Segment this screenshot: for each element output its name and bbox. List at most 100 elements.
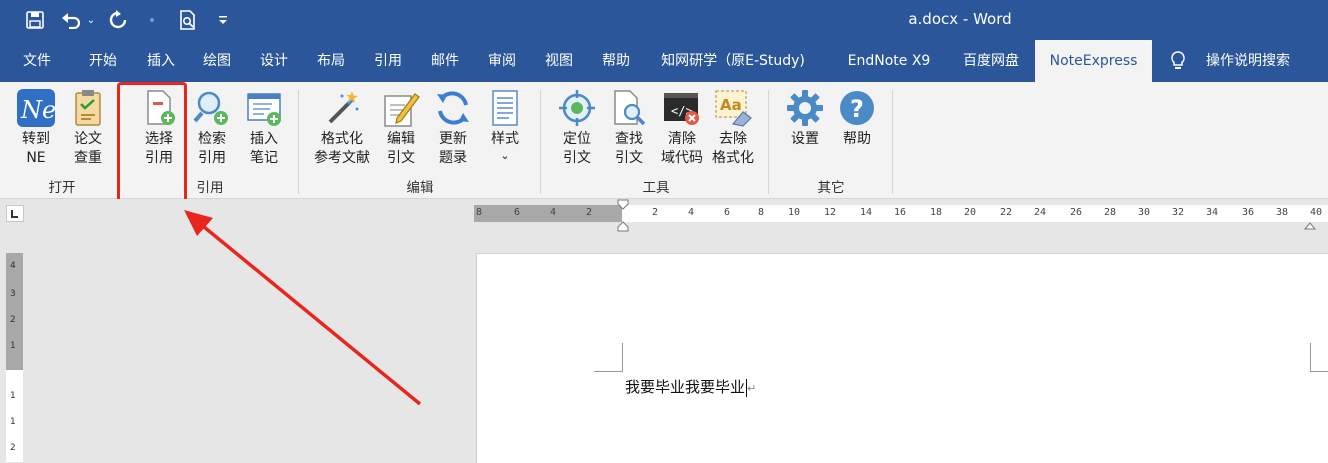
search-citation-label-1: 检索 — [198, 131, 226, 147]
horizontal-ruler[interactable]: 8 6 4 2 2 4 6 8 10 12 14 16 18 20 22 24 … — [474, 205, 1328, 222]
style-label: 样式 — [491, 131, 519, 147]
edit-citation-button[interactable]: 编辑 引文 — [378, 88, 424, 168]
remove-format-label-2: 格式化 — [712, 150, 754, 166]
undo-icon[interactable] — [60, 8, 82, 32]
tab-home[interactable]: 开始 — [78, 40, 128, 82]
tab-references[interactable]: 引用 — [363, 40, 413, 82]
magic-wand-icon — [322, 88, 362, 128]
ruler-tick: 4 — [10, 261, 16, 271]
ruler-tick: 2 — [10, 315, 16, 325]
settings-label: 设置 — [791, 131, 819, 147]
ruler-tick: 8 — [758, 207, 765, 218]
find-citation-button[interactable]: 查找 引文 — [606, 88, 652, 168]
tab-baidu-netdisk[interactable]: 百度网盘 — [952, 40, 1030, 82]
ruler-tick: 28 — [1104, 207, 1117, 218]
settings-button[interactable]: 设置 — [782, 88, 828, 149]
margin-corner-right — [1310, 343, 1328, 372]
ruler-tick: 16 — [894, 207, 907, 218]
remove-format-button[interactable]: Aa 去除 格式化 — [708, 88, 758, 168]
title-bar: ⌄ a.docx - Word — [0, 0, 1328, 40]
document-text: 我要毕业我要毕业 — [625, 378, 746, 396]
ruler-tick: 2 — [652, 207, 659, 218]
ruler-tick: 8 — [476, 207, 483, 218]
tell-me-search[interactable]: 操作说明搜索 — [1196, 40, 1300, 82]
margin-corner-left — [594, 343, 623, 372]
refresh-icon — [433, 88, 473, 128]
tab-review[interactable]: 审阅 — [477, 40, 527, 82]
tab-help[interactable]: 帮助 — [591, 40, 641, 82]
ruler-tick: 4 — [550, 207, 557, 218]
print-preview-icon[interactable] — [176, 8, 200, 32]
window-title: a.docx - Word — [908, 10, 1012, 28]
magnifier-add-icon — [192, 88, 232, 128]
tab-view[interactable]: 视图 — [534, 40, 584, 82]
separator-dot-icon — [146, 8, 158, 32]
ruler-tick: 38 — [1276, 207, 1289, 218]
update-records-label-2: 题录 — [439, 150, 467, 166]
tab-file[interactable]: 文件 — [12, 40, 62, 82]
eraser-format-icon: Aa — [713, 88, 753, 128]
update-records-button[interactable]: 更新 题录 — [430, 88, 476, 168]
pencil-edit-icon — [381, 88, 421, 128]
paper-check-button[interactable]: 论文 查重 — [64, 88, 112, 168]
tab-insert[interactable]: 插入 — [136, 40, 186, 82]
find-citation-label-2: 引文 — [615, 150, 643, 166]
tab-mailings[interactable]: 邮件 — [420, 40, 470, 82]
tab-noteexpress[interactable]: NoteExpress — [1035, 40, 1152, 82]
ruler-tick: 14 — [860, 207, 873, 218]
save-icon[interactable] — [22, 8, 48, 32]
ruler-tick: 2 — [586, 207, 593, 218]
clear-field-code-button[interactable]: </> 清除 域代码 — [656, 88, 708, 168]
ruler-tick: 32 — [1172, 207, 1185, 218]
goto-ne-button[interactable]: Ne 转到 NE — [12, 88, 60, 168]
group-divider — [298, 90, 299, 194]
ribbon-tabs: 文件 开始 插入 绘图 设计 布局 引用 邮件 审阅 视图 帮助 知网研学（原E… — [0, 40, 1328, 82]
paper-check-label-1: 论文 — [74, 131, 102, 147]
document-search-icon — [609, 88, 649, 128]
format-references-label-1: 格式化 — [321, 131, 363, 147]
undo-dropdown-icon[interactable]: ⌄ — [84, 8, 98, 32]
help-button[interactable]: ? 帮助 — [834, 88, 880, 149]
goto-ne-label-1: 转到 — [22, 131, 50, 147]
locate-citation-label-2: 引文 — [563, 150, 591, 166]
group-label-tools: 工具 — [642, 180, 670, 196]
code-clear-icon: </> — [662, 88, 702, 128]
document-body-text[interactable]: 我要毕业我要毕业 ↵ — [625, 376, 756, 397]
tab-draw[interactable]: 绘图 — [192, 40, 242, 82]
clear-field-code-label-1: 清除 — [668, 131, 696, 147]
ruler-tick: 24 — [1034, 207, 1047, 218]
group-divider — [892, 90, 893, 194]
right-indent-marker-icon[interactable] — [1303, 216, 1317, 235]
insert-note-button[interactable]: 插入 笔记 — [240, 88, 288, 168]
svg-text:Ne: Ne — [20, 96, 56, 124]
ruler-tick: 10 — [788, 207, 801, 218]
customize-toolbar-icon[interactable] — [216, 8, 230, 32]
group-label-other: 其它 — [817, 180, 845, 196]
search-citation-button[interactable]: 检索 引用 — [188, 88, 236, 168]
tab-endnote[interactable]: EndNote X9 — [836, 40, 942, 82]
remove-format-label-1: 去除 — [719, 131, 747, 147]
format-references-label-2: 参考文献 — [314, 150, 370, 166]
tab-selector-icon[interactable] — [6, 205, 24, 222]
ruler-tick: 34 — [1206, 207, 1219, 218]
lightbulb-icon[interactable] — [1166, 40, 1190, 82]
find-citation-label-1: 查找 — [615, 131, 643, 147]
locate-citation-button[interactable]: 定位 引文 — [554, 88, 600, 168]
chevron-down-icon: ⌄ — [500, 149, 510, 162]
document-lines-icon — [485, 88, 525, 128]
redo-icon[interactable] — [106, 8, 130, 32]
gear-icon — [785, 88, 825, 128]
format-references-button[interactable]: 格式化 参考文献 — [310, 88, 374, 168]
style-dropdown-button[interactable]: 样式 ⌄ — [482, 88, 528, 163]
ruler-tick: 2 — [10, 443, 16, 453]
vertical-ruler[interactable]: 4 3 2 1 1 1 2 — [6, 253, 23, 462]
tab-layout[interactable]: 布局 — [306, 40, 356, 82]
group-divider — [768, 90, 769, 194]
tab-design[interactable]: 设计 — [249, 40, 299, 82]
ruler-tick: 1 — [10, 417, 16, 427]
tab-cnki-estudy[interactable]: 知网研学（原E-Study) — [652, 40, 814, 82]
update-records-label-1: 更新 — [439, 131, 467, 147]
first-line-indent-marker-icon[interactable] — [617, 199, 629, 236]
ruler-tick: 12 — [824, 207, 837, 218]
ruler-tick: 1 — [10, 341, 16, 351]
